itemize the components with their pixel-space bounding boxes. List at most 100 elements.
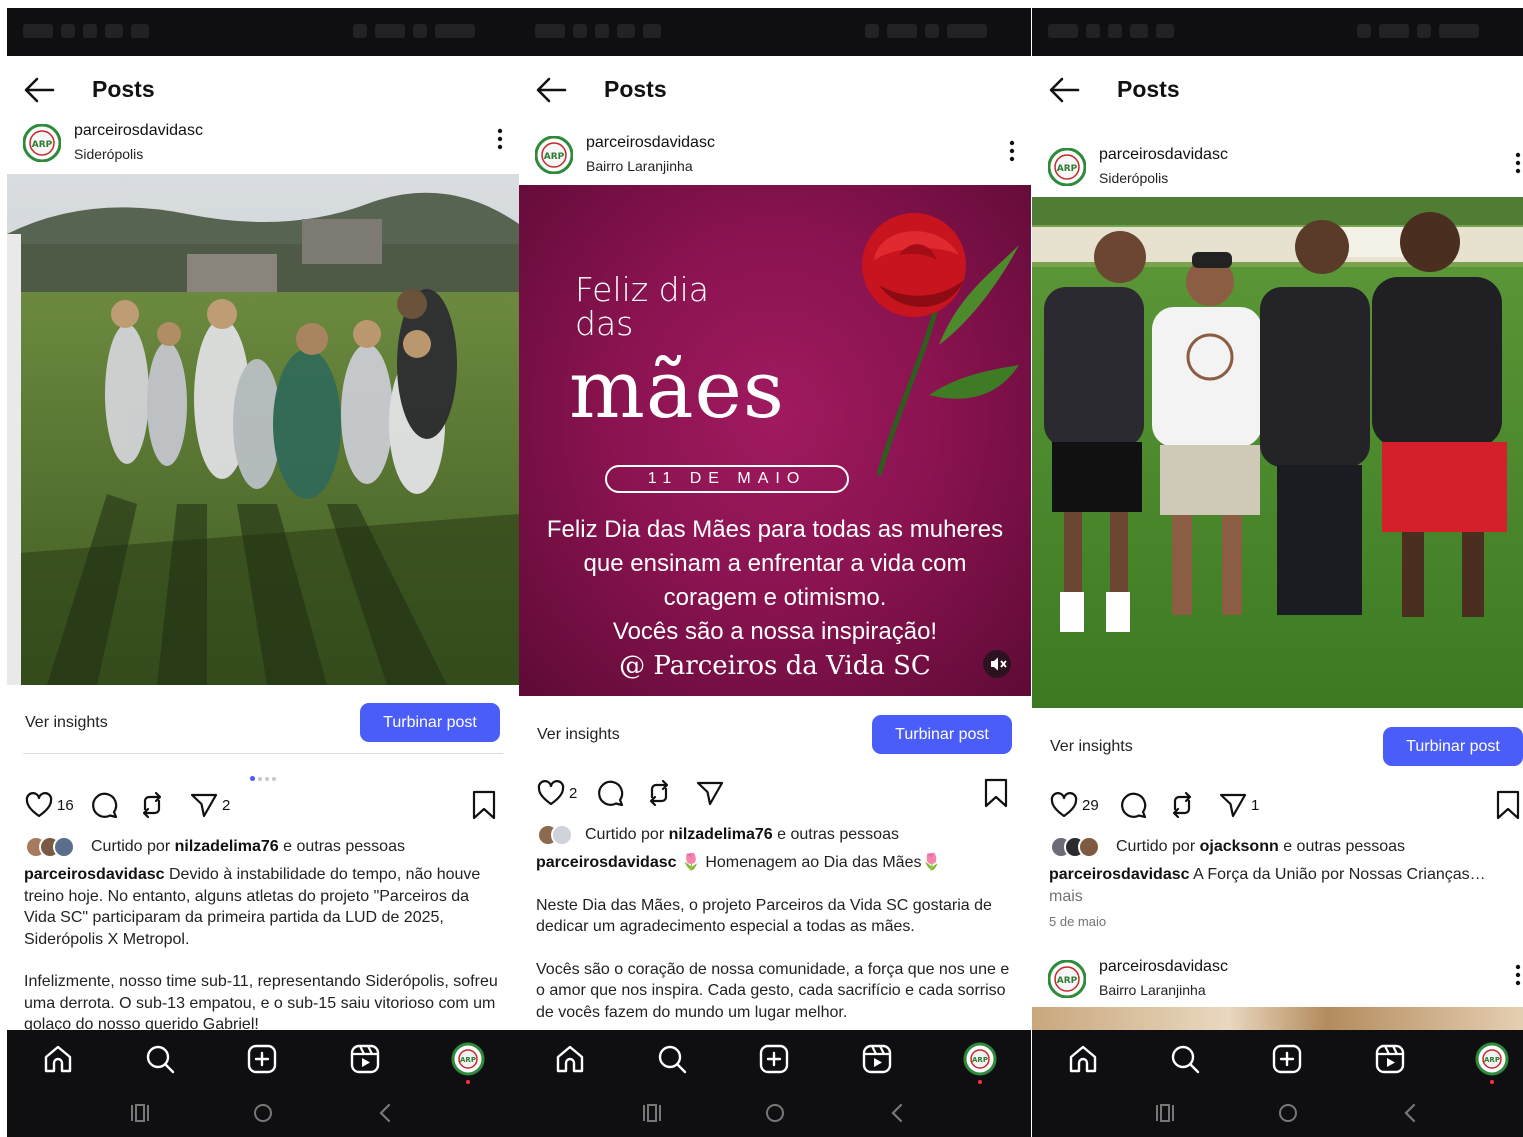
post-actions: 2 (519, 778, 1031, 814)
profile-icon[interactable]: ARP (963, 1042, 997, 1076)
heart-icon[interactable] (1049, 790, 1079, 820)
profile-avatar[interactable]: ARP (535, 136, 573, 174)
create-icon[interactable] (1270, 1042, 1304, 1076)
post-location[interactable]: Siderópolis (74, 146, 143, 162)
reels-icon[interactable] (348, 1042, 382, 1076)
caption-more-link[interactable]: mais (1049, 886, 1515, 908)
create-icon[interactable] (245, 1042, 279, 1076)
insights-row: Ver insights Turbinar post (1032, 722, 1523, 776)
bookmark-icon[interactable] (1495, 790, 1521, 820)
kebab-icon[interactable] (1515, 152, 1521, 174)
post-caption: parceirosdavidasc A Força da União por N… (1049, 864, 1515, 933)
comment-action (89, 790, 119, 820)
like-count[interactable]: 29 (1082, 797, 1099, 814)
liked-by-text[interactable]: Curtido por nilzadelima76 e outras pesso… (91, 838, 405, 856)
back-chevron-icon[interactable] (885, 1100, 911, 1126)
mute-icon[interactable] (983, 650, 1011, 678)
back-chevron-icon[interactable] (373, 1100, 399, 1126)
recents-icon[interactable] (639, 1100, 665, 1126)
liked-by-text[interactable]: Curtido por nilzadelima76 e outras pesso… (585, 826, 899, 844)
profile-avatar[interactable]: ARP (23, 124, 61, 162)
back-arrow-icon[interactable] (1048, 76, 1080, 104)
share-icon[interactable] (1218, 790, 1248, 820)
post-username[interactable]: parceirosdavidasc (586, 134, 715, 152)
view-insights-link[interactable]: Ver insights (1050, 738, 1133, 756)
post-image-mothers-day[interactable]: Feliz dia das mães 11 DE MAIO Feliz Dia d… (519, 185, 1031, 696)
comment-icon[interactable] (1118, 790, 1148, 820)
home-circle-icon[interactable] (250, 1100, 276, 1126)
recents-icon[interactable] (127, 1100, 153, 1126)
back-arrow-icon[interactable] (535, 76, 567, 104)
post-username[interactable]: parceirosdavidasc (1099, 958, 1228, 976)
repost-action (644, 778, 674, 808)
phone-screen-1: Posts ARP parceirosdavidasc Siderópolis (7, 8, 519, 1137)
view-insights-link[interactable]: Ver insights (25, 714, 108, 732)
boost-post-button[interactable]: Turbinar post (872, 715, 1012, 754)
system-nav (519, 1090, 1031, 1137)
phone-screen-2: Posts ARP parceirosdavidasc Bairro Laran… (519, 8, 1031, 1137)
heart-icon[interactable] (536, 778, 566, 808)
create-icon[interactable] (757, 1042, 791, 1076)
caption-username[interactable]: parceirosdavidasc (1049, 866, 1190, 883)
home-icon[interactable] (41, 1042, 75, 1076)
post-header: ARP parceirosdavidasc Siderópolis (1032, 140, 1523, 198)
home-icon[interactable] (1066, 1042, 1100, 1076)
profile-icon[interactable]: ARP (1475, 1042, 1509, 1076)
system-nav (1032, 1090, 1523, 1137)
boost-post-button[interactable]: Turbinar post (1383, 727, 1523, 766)
like-count[interactable]: 2 (569, 785, 577, 802)
post-actions: 16 2 (7, 790, 519, 826)
kebab-icon[interactable] (1009, 140, 1015, 162)
post-location[interactable]: Bairro Laranjinha (1099, 982, 1206, 998)
profile-icon[interactable]: ARP (451, 1042, 485, 1076)
heart-icon[interactable] (24, 790, 54, 820)
home-circle-icon[interactable] (762, 1100, 788, 1126)
post-location[interactable]: Bairro Laranjinha (586, 158, 693, 174)
repost-icon[interactable] (644, 778, 674, 808)
post-date: 5 de maio (1049, 914, 1107, 929)
caption-username[interactable]: parceirosdavidasc (536, 854, 677, 871)
share-count[interactable]: 1 (1251, 797, 1259, 814)
top-bar: Posts (519, 56, 1031, 122)
repost-icon[interactable] (1167, 790, 1197, 820)
top-bar: Posts (7, 56, 519, 122)
search-icon[interactable] (1168, 1042, 1202, 1076)
recents-icon[interactable] (1152, 1100, 1178, 1126)
home-circle-icon[interactable] (1275, 1100, 1301, 1126)
post-username[interactable]: parceirosdavidasc (1099, 146, 1228, 164)
post-location[interactable]: Siderópolis (1099, 170, 1168, 186)
bookmark-icon[interactable] (983, 778, 1009, 808)
bookmark-icon[interactable] (471, 790, 497, 820)
reels-icon[interactable] (1373, 1042, 1407, 1076)
boost-post-button[interactable]: Turbinar post (360, 703, 500, 742)
status-bar (7, 8, 519, 56)
svg-text:ARP: ARP (544, 152, 565, 162)
home-icon[interactable] (553, 1042, 587, 1076)
like-count[interactable]: 16 (57, 797, 74, 814)
back-chevron-icon[interactable] (1398, 1100, 1424, 1126)
notification-dot (466, 1080, 470, 1084)
comment-icon[interactable] (89, 790, 119, 820)
caption-username[interactable]: parceirosdavidasc (24, 866, 165, 883)
kebab-icon[interactable] (1515, 964, 1521, 986)
search-icon[interactable] (143, 1042, 177, 1076)
kebab-icon[interactable] (497, 128, 503, 150)
back-arrow-icon[interactable] (23, 76, 55, 104)
share-icon[interactable] (189, 790, 219, 820)
post-image-soccer-kids[interactable] (7, 174, 519, 685)
liked-by-text[interactable]: Curtido por ojacksonn e outras pessoas (1116, 838, 1405, 856)
comment-action (595, 778, 625, 808)
next-post-image[interactable] (1032, 1007, 1523, 1031)
profile-avatar[interactable]: ARP (1048, 148, 1086, 186)
view-insights-link[interactable]: Ver insights (537, 726, 620, 744)
post-image-four-men[interactable] (1032, 197, 1523, 708)
share-count[interactable]: 2 (222, 797, 230, 814)
search-icon[interactable] (655, 1042, 689, 1076)
profile-avatar[interactable]: ARP (1048, 960, 1086, 998)
comment-icon[interactable] (595, 778, 625, 808)
share-icon[interactable] (695, 778, 725, 808)
reels-icon[interactable] (860, 1042, 894, 1076)
repost-icon[interactable] (137, 790, 167, 820)
post-username[interactable]: parceirosdavidasc (74, 122, 203, 140)
bottom-nav: ARP (7, 1030, 519, 1090)
